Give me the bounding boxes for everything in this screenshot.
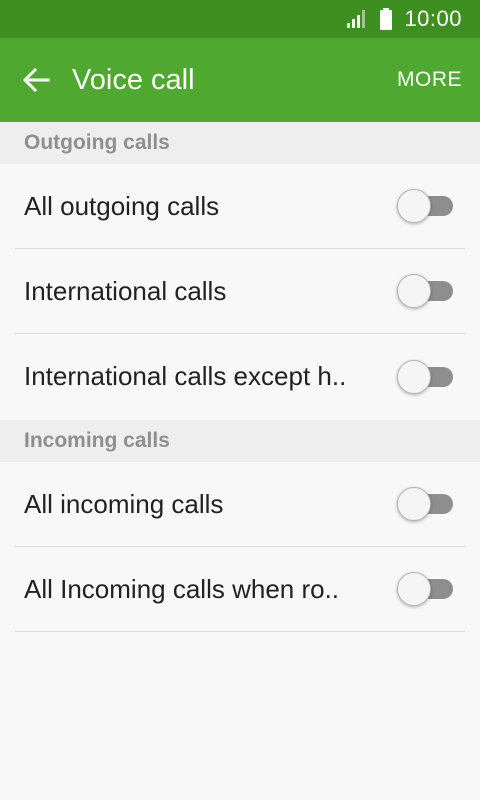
- status-bar: 10:00: [0, 0, 480, 38]
- toggle-thumb: [397, 274, 431, 308]
- list-item-all-incoming-calls[interactable]: All incoming calls: [15, 462, 465, 547]
- back-button[interactable]: [0, 38, 72, 122]
- international-except-home-toggle[interactable]: [397, 359, 455, 394]
- list-item-label: International calls: [24, 275, 227, 306]
- list-item-international-calls[interactable]: International calls: [15, 249, 465, 334]
- all-incoming-calls-toggle[interactable]: [397, 487, 455, 521]
- list-item-label: All Incoming calls when ro..: [24, 573, 340, 604]
- incoming-when-roaming-toggle[interactable]: [397, 572, 455, 606]
- toggle-thumb: [397, 572, 431, 606]
- list-item-label: International calls except h..: [24, 361, 347, 391]
- toggle-thumb: [397, 359, 431, 394]
- list-item-label: All outgoing calls: [24, 190, 220, 221]
- toggle-thumb: [397, 189, 431, 223]
- section-header-incoming: Incoming calls: [0, 420, 480, 462]
- arrow-left-icon: [22, 67, 50, 93]
- toggle-thumb: [397, 487, 431, 521]
- list-item-label: All incoming calls: [24, 488, 224, 519]
- status-time: 10:00: [404, 6, 462, 31]
- list-item-international-except-home[interactable]: International calls except h..: [15, 334, 465, 419]
- list-item-incoming-when-roaming[interactable]: All Incoming calls when ro..: [15, 547, 465, 632]
- list-item-all-outgoing-calls[interactable]: All outgoing calls: [15, 164, 465, 249]
- app-bar: Voice call MORE: [0, 38, 480, 122]
- more-button[interactable]: MORE: [379, 68, 480, 92]
- signal-icon: [347, 10, 366, 28]
- battery-icon: [380, 8, 393, 30]
- all-outgoing-calls-toggle[interactable]: [397, 189, 455, 223]
- international-calls-toggle[interactable]: [397, 274, 455, 308]
- section-header-outgoing: Outgoing calls: [0, 122, 480, 164]
- page-title: Voice call: [72, 63, 195, 96]
